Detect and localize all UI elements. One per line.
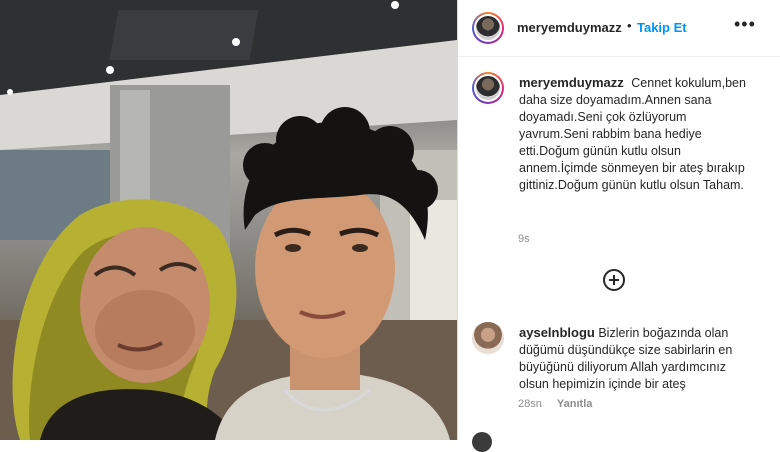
post-details-panel: meryemduymazz • Takip Et ••• meryemduyma… bbox=[458, 0, 780, 452]
avatar-image bbox=[476, 76, 500, 100]
plus-circle-icon[interactable] bbox=[603, 269, 625, 291]
comment-text: ayselnblogu Bizlerin boğazında olan düğü… bbox=[519, 324, 751, 393]
reply-button[interactable]: Yanıtla bbox=[557, 398, 592, 410]
caption-text: meryemduymazz Cennet kokulum,ben daha si… bbox=[519, 74, 751, 194]
next-comment-avatar[interactable] bbox=[472, 432, 492, 452]
caption-avatar[interactable] bbox=[472, 72, 504, 104]
caption-body: Cennet kokulum,ben daha size doyamadım.A… bbox=[519, 76, 746, 192]
commenter-avatar[interactable] bbox=[472, 322, 504, 354]
follow-button[interactable]: Takip Et bbox=[637, 20, 687, 35]
separator-dot: • bbox=[627, 18, 632, 33]
caption-username[interactable]: meryemduymazz bbox=[519, 75, 624, 90]
comment-timestamp[interactable]: 28sn bbox=[518, 398, 542, 410]
post-header: meryemduymazz • Takip Et ••• bbox=[458, 0, 780, 57]
avatar-image bbox=[472, 322, 504, 354]
post-photo-illustration bbox=[0, 0, 457, 440]
post-photo[interactable] bbox=[0, 0, 457, 440]
author-avatar[interactable] bbox=[472, 12, 504, 44]
comment-username[interactable]: ayselnblogu bbox=[519, 325, 595, 340]
more-options-icon[interactable]: ••• bbox=[734, 14, 756, 35]
author-username[interactable]: meryemduymazz bbox=[517, 20, 622, 35]
caption-timestamp[interactable]: 9s bbox=[518, 233, 530, 245]
comment-meta: 28sn Yanıtla bbox=[518, 398, 592, 410]
avatar-image bbox=[476, 16, 500, 40]
